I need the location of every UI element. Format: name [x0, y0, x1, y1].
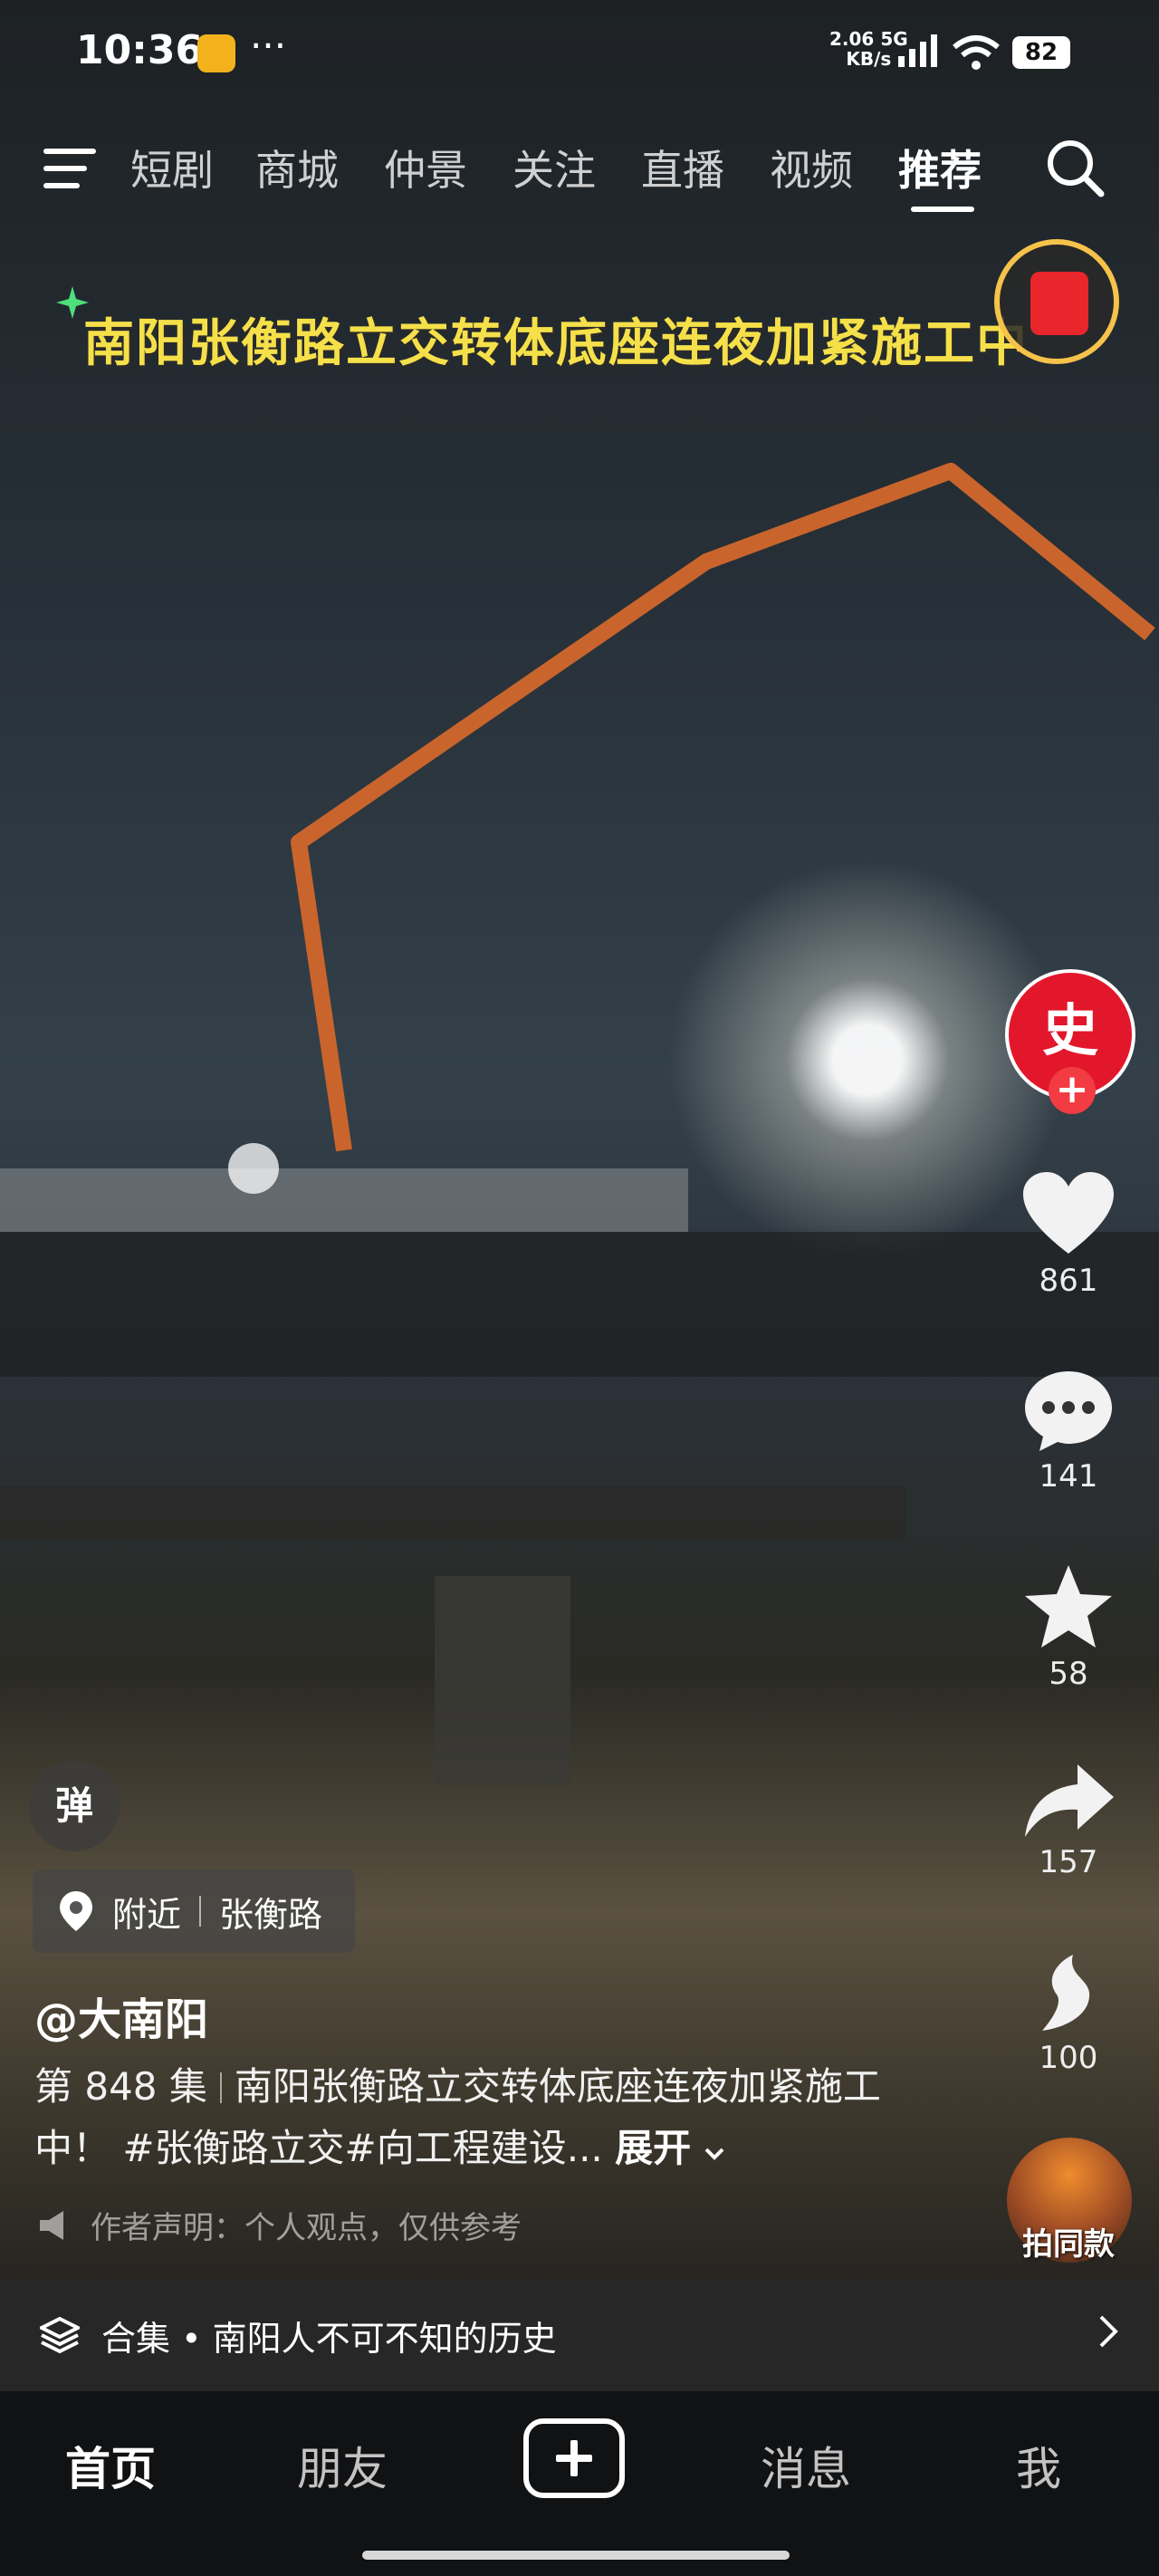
active-tab-indicator — [911, 207, 974, 212]
share-button[interactable]: 157 — [978, 1763, 1159, 1880]
collection-label: 合集 • 南阳人不可不知的历史 — [101, 2318, 557, 2359]
comment-button[interactable]: 141 — [978, 1370, 1159, 1495]
tab-following[interactable]: 关注 — [512, 138, 596, 197]
top-nav: 短剧 商城 仲景 关注 直播 视频 推荐 — [0, 127, 1159, 226]
expand-button[interactable]: 展开 — [615, 2126, 691, 2170]
like-count: 861 — [1039, 1263, 1098, 1299]
comment-icon — [1025, 1371, 1112, 1451]
tab-recommend[interactable]: 推荐 — [898, 138, 982, 197]
red-packet-button[interactable] — [994, 239, 1119, 364]
remix-label[interactable]: 拍同款 — [978, 2219, 1159, 2264]
battery-indicator: 82 — [1012, 36, 1070, 69]
comment-count: 141 — [1039, 1458, 1098, 1495]
chevron-down-icon — [704, 2148, 723, 2160]
share-arrow-icon — [1025, 1764, 1114, 1837]
follow-button[interactable]: + — [1049, 1067, 1096, 1114]
more-notifications-icon: ··· — [250, 24, 287, 68]
chevron-right-icon — [1099, 2315, 1118, 2348]
favorite-button[interactable]: 58 — [978, 1563, 1159, 1692]
episode-label: 第 848 集 — [34, 2064, 207, 2109]
video-caption[interactable]: 第 848 集南阳张衡路立交转体底座连夜加紧施工中！ #张衡路立交#向工程建设.… — [34, 2056, 922, 2179]
recommend-button[interactable]: 100 — [978, 1953, 1159, 2076]
location-chip[interactable]: 附近 张衡路 — [33, 1870, 356, 1953]
home-indicator[interactable] — [362, 2551, 790, 2560]
bottom-nav: 首页 朋友 消息 我 — [0, 2391, 1159, 2576]
author-disclaimer: 作者声明：个人观点，仅供参考 — [36, 2203, 522, 2247]
location-type: 附近 — [112, 1894, 182, 1935]
danmaku-toggle-button[interactable]: 弹 — [29, 1761, 120, 1851]
heart-icon — [1023, 1172, 1114, 1254]
nav-home[interactable]: 首页 — [65, 2433, 156, 2498]
recommend-flame-icon — [1042, 1955, 1090, 2031]
collection-bar[interactable]: 合集 • 南阳人不可不知的历史 — [0, 2279, 1159, 2391]
video-title-overlay: 南阳张衡路立交转体底座连夜加紧施工中 — [83, 314, 1029, 373]
status-time: 10:36 — [76, 27, 204, 73]
red-packet-icon — [1030, 272, 1088, 335]
search-icon[interactable] — [1043, 136, 1106, 199]
weibo-notification-icon — [197, 34, 235, 72]
status-bar: 10:36 ··· 2.06 5G KB/s 82 — [0, 0, 1159, 109]
signal-icon — [898, 34, 937, 67]
share-count: 157 — [1039, 1844, 1098, 1880]
star-icon — [1025, 1565, 1112, 1648]
wifi-icon — [953, 35, 1000, 70]
megaphone-icon — [40, 2210, 63, 2240]
create-post-button[interactable] — [523, 2418, 625, 2498]
tab-zhongjing[interactable]: 仲景 — [384, 138, 467, 197]
nav-me[interactable]: 我 — [1016, 2433, 1061, 2498]
action-rail: 史 + 861 141 58 157 100 拍同款 — [978, 960, 1159, 2273]
tab-short-drama[interactable]: 短剧 — [130, 138, 214, 197]
location-pin-icon — [60, 1891, 92, 1931]
author-name[interactable]: @大南阳 — [34, 1984, 208, 2047]
like-button[interactable]: 861 — [978, 1170, 1159, 1299]
recommend-count: 100 — [1039, 2040, 1098, 2076]
nav-friends[interactable]: 朋友 — [297, 2433, 388, 2498]
menu-icon[interactable] — [42, 143, 101, 194]
location-separator — [199, 1896, 202, 1927]
nav-messages[interactable]: 消息 — [761, 2433, 851, 2498]
tab-video[interactable]: 视频 — [770, 138, 853, 197]
episode-separator — [219, 2072, 222, 2103]
location-name: 张衡路 — [219, 1894, 323, 1935]
tab-mall[interactable]: 商城 — [255, 138, 339, 197]
tab-live[interactable]: 直播 — [641, 138, 724, 197]
layers-icon — [40, 2317, 80, 2353]
disclaimer-text: 作者声明：个人观点，仅供参考 — [91, 2210, 522, 2246]
favorite-count: 58 — [1049, 1656, 1088, 1692]
